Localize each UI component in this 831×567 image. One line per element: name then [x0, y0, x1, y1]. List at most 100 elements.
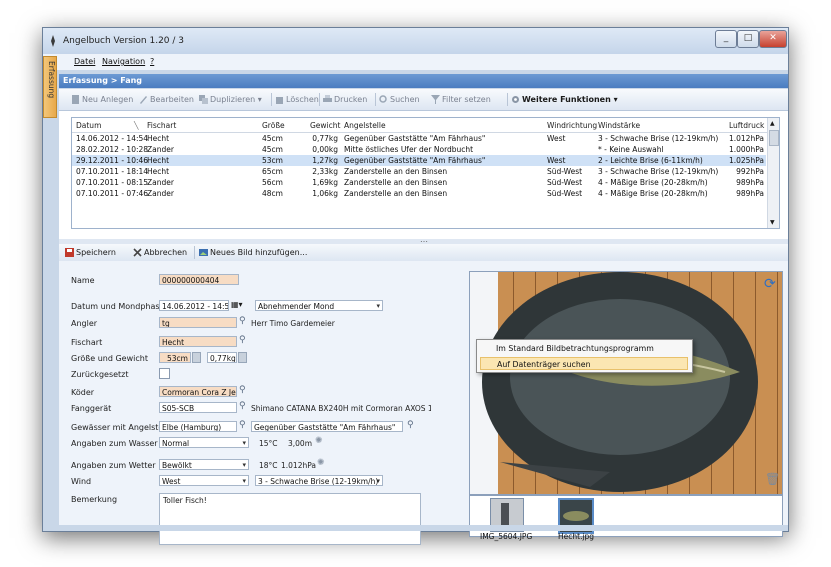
- context-item-anzeigen[interactable]: Im Standard Bildbetrachtungsprogramm anz…: [480, 342, 688, 366]
- fischart-search-icon[interactable]: ⚲: [239, 335, 246, 345]
- koeder-search-icon[interactable]: ⚲: [239, 385, 246, 395]
- menu-help[interactable]: ?: [150, 57, 154, 66]
- title-bar[interactable]: Angelbuch Version 1.20 / 3 _ □ ✕: [43, 28, 788, 54]
- geraet-field[interactable]: S05-SCB: [159, 402, 237, 413]
- neu-anlegen-button[interactable]: Neu Anlegen: [71, 95, 133, 104]
- table-cell: Zander: [147, 189, 174, 198]
- table-row[interactable]: 07.10.2011 - 18:14 Hecht 65cm 2,33kg Zanders…: [72, 166, 766, 177]
- menu-datei[interactable]: Datei: [74, 57, 95, 66]
- koeder-field[interactable]: Cormoran Cora Z Jerkn: [159, 386, 237, 397]
- table-cell: 1.000hPa: [728, 145, 764, 154]
- close-button[interactable]: ✕: [759, 30, 787, 48]
- geraet-search-icon[interactable]: ⚲: [239, 401, 246, 411]
- sidetab-label: Erfassung: [47, 61, 56, 99]
- table-cell: 45cm: [262, 134, 283, 143]
- wasser-temp: 15°C: [259, 439, 278, 448]
- col-groesse[interactable]: Größe: [262, 121, 285, 130]
- angelstelle-field[interactable]: Gegenüber Gaststätte "Am Fährhaus": [251, 421, 403, 432]
- recycle-bin-icon[interactable]: 🗑: [765, 472, 780, 486]
- status-bar: [43, 525, 788, 531]
- catch-table[interactable]: Datum ╲ Fischart Größe Gewicht Angelstel…: [71, 117, 780, 229]
- bemerkung-textarea[interactable]: Toller Fisch!: [159, 493, 421, 545]
- zurueck-checkbox[interactable]: [159, 368, 170, 379]
- angler-field[interactable]: tg: [159, 317, 237, 328]
- photo-viewer[interactable]: ⟳ 🗑: [469, 271, 783, 495]
- neues-bild-label: Neues Bild hinzufügen...: [210, 248, 308, 257]
- mondphase-select[interactable]: Abnehmender Mond: [255, 300, 383, 311]
- calendar-icon[interactable]: ▦▾: [231, 300, 243, 309]
- col-luftdruck[interactable]: Luftdruck: [729, 121, 764, 130]
- context-item-suchen[interactable]: Auf Datenträger suchen: [480, 357, 688, 370]
- wetter-gear-icon[interactable]: ✺: [317, 458, 325, 468]
- refresh-icon[interactable]: ⟳: [764, 276, 776, 292]
- col-windrichtung[interactable]: Windrichtung: [547, 121, 597, 130]
- weitere-funktionen-button[interactable]: Weitere Funktionen ▾: [511, 95, 618, 104]
- speichern-button[interactable]: Speichern: [65, 248, 116, 257]
- table-cell: Gegenüber Gaststätte "Am Fährhaus": [344, 134, 486, 143]
- name-field[interactable]: 000000000404: [159, 274, 239, 285]
- scroll-down-icon[interactable]: ▼: [770, 219, 775, 226]
- filter-button[interactable]: Filter setzen: [431, 95, 491, 104]
- wasser-select[interactable]: Normal: [159, 437, 249, 448]
- table-row[interactable]: 07.10.2011 - 07:46 Zander 48cm 1,06kg Zander…: [72, 188, 766, 199]
- wind-select[interactable]: West: [159, 475, 249, 486]
- save-icon: [65, 248, 74, 257]
- maximize-button[interactable]: □: [737, 30, 759, 48]
- wetter-select[interactable]: Bewölkt: [159, 459, 249, 470]
- gewaesser-field[interactable]: Elbe (Hamburg): [159, 421, 237, 432]
- table-cell: 07.10.2011 - 18:14: [76, 167, 149, 176]
- gewaesser-search-icon[interactable]: ⚲: [239, 420, 246, 430]
- table-cell: Zander: [147, 178, 174, 187]
- main-toolbar: Neu Anlegen Bearbeiten Duplizieren ▾ Lös…: [59, 89, 788, 111]
- angler-name: Herr Timo Gardemeier: [251, 319, 335, 328]
- col-fischart[interactable]: Fischart: [147, 121, 176, 130]
- col-windstaerke[interactable]: Windstärke: [598, 121, 640, 130]
- groesse-field[interactable]: 53cm: [159, 352, 191, 363]
- table-cell: Zanderstelle an den Binsen: [344, 167, 448, 176]
- table-cell: 2,33kg: [312, 167, 338, 176]
- table-cell: Hecht: [147, 156, 170, 165]
- catch-photo: [470, 272, 782, 494]
- menu-navigation[interactable]: Navigation: [102, 57, 145, 66]
- col-angelstelle[interactable]: Angelstelle: [344, 121, 386, 130]
- table-cell: Zanderstelle an den Binsen: [344, 189, 448, 198]
- filter-label: Filter setzen: [442, 95, 491, 104]
- table-cell: Süd-West: [547, 189, 583, 198]
- drucken-button[interactable]: Drucken: [323, 95, 367, 104]
- table-row[interactable]: 14.06.2012 - 14:54 Hecht 45cm 0,77kg Gegenüb…: [72, 133, 766, 144]
- angelstelle-search-icon[interactable]: ⚲: [407, 420, 414, 430]
- minimize-button[interactable]: _: [715, 30, 737, 48]
- groesse-calc-icon[interactable]: [192, 352, 201, 363]
- gewicht-field[interactable]: 0,77kg: [207, 352, 237, 363]
- sidetab-erfassung[interactable]: Erfassung: [43, 56, 57, 118]
- windstaerke-select[interactable]: 3 - Schwache Brise (12-19km/h): [255, 475, 383, 486]
- wasser-gear-icon[interactable]: ✺: [315, 436, 323, 446]
- table-scrollbar[interactable]: ▲ ▼: [767, 118, 779, 228]
- neues-bild-button[interactable]: Neues Bild hinzufügen...: [199, 248, 307, 257]
- table-cell: West: [547, 134, 566, 143]
- table-cell: 3 - Schwache Brise (12-19km/h): [598, 167, 719, 176]
- datum-field[interactable]: 14.06.2012 - 14:54: [159, 300, 229, 311]
- duplizieren-label: Duplizieren: [210, 95, 256, 104]
- duplizieren-button[interactable]: Duplizieren ▾: [199, 95, 262, 104]
- table-cell: Hecht: [147, 134, 170, 143]
- zurueck-label: Zurückgesetzt: [71, 370, 129, 379]
- fischart-field[interactable]: Hecht: [159, 336, 237, 347]
- suchen-button[interactable]: Suchen: [379, 95, 420, 104]
- scroll-thumb[interactable]: [769, 130, 779, 146]
- abbrechen-button[interactable]: Abbrechen: [133, 248, 187, 257]
- name-label: Name: [71, 276, 95, 285]
- table-row[interactable]: 29.12.2011 - 10:46 Hecht 53cm 1,27kg Gegenüb…: [72, 155, 766, 166]
- table-cell: Mitte östliches Ufer der Nordbucht: [344, 145, 474, 154]
- loeschen-button[interactable]: Löschen: [275, 95, 319, 104]
- table-cell: 992hPa: [736, 167, 764, 176]
- table-row[interactable]: 28.02.2012 - 10:28 Zander 45cm 0,00kg Mitte …: [72, 144, 766, 155]
- gewicht-calc-icon[interactable]: [238, 352, 247, 363]
- angler-search-icon[interactable]: ⚲: [239, 316, 246, 326]
- scroll-up-icon[interactable]: ▲: [770, 120, 775, 127]
- col-datum[interactable]: Datum: [76, 121, 101, 130]
- table-cell: 07.10.2011 - 07:46: [76, 189, 149, 198]
- bearbeiten-button[interactable]: Bearbeiten: [139, 95, 194, 104]
- col-gewicht[interactable]: Gewicht: [310, 121, 340, 130]
- table-row[interactable]: 07.10.2011 - 08:15 Zander 56cm 1,69kg Zander…: [72, 177, 766, 188]
